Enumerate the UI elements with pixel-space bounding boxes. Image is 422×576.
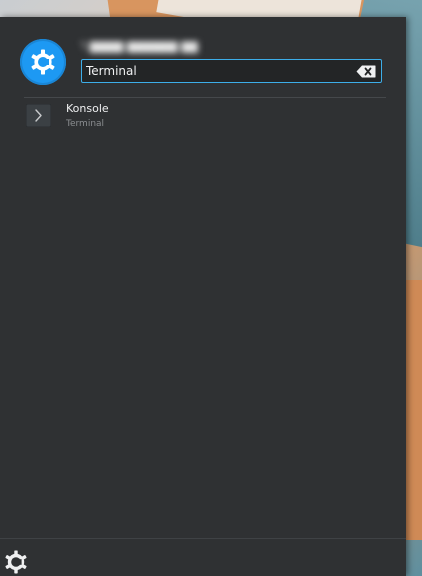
clear-text-icon	[356, 65, 376, 77]
search-results-list: Konsole Terminal	[0, 99, 406, 135]
list-item[interactable]: Konsole Terminal	[0, 99, 406, 135]
result-title: Konsole	[66, 102, 109, 115]
result-subtitle: Terminal	[66, 119, 105, 129]
user-name: Ꞁ‍ ▇▇▇▇ ▇▇▇▇▇▇ ▇▇▇▇▇	[80, 40, 198, 53]
clear-search-button[interactable]	[355, 63, 377, 79]
header-divider	[24, 97, 386, 98]
search-field[interactable]	[81, 59, 382, 83]
launcher-menu-button[interactable]	[3, 549, 29, 575]
user-avatar[interactable]	[20, 39, 66, 85]
launcher-footer	[0, 539, 406, 576]
launcher-header: Ꞁ‍ ▇▇▇▇ ▇▇▇▇▇▇ ▇▇▇▇▇	[0, 17, 406, 97]
terminal-icon	[26, 104, 51, 127]
application-launcher: Ꞁ‍ ▇▇▇▇ ▇▇▇▇▇▇ ▇▇▇▇▇ Konsole Termin	[0, 17, 406, 576]
kde-gear-icon	[5, 550, 27, 574]
search-input[interactable]	[86, 60, 346, 82]
kde-logo-icon	[31, 49, 55, 75]
